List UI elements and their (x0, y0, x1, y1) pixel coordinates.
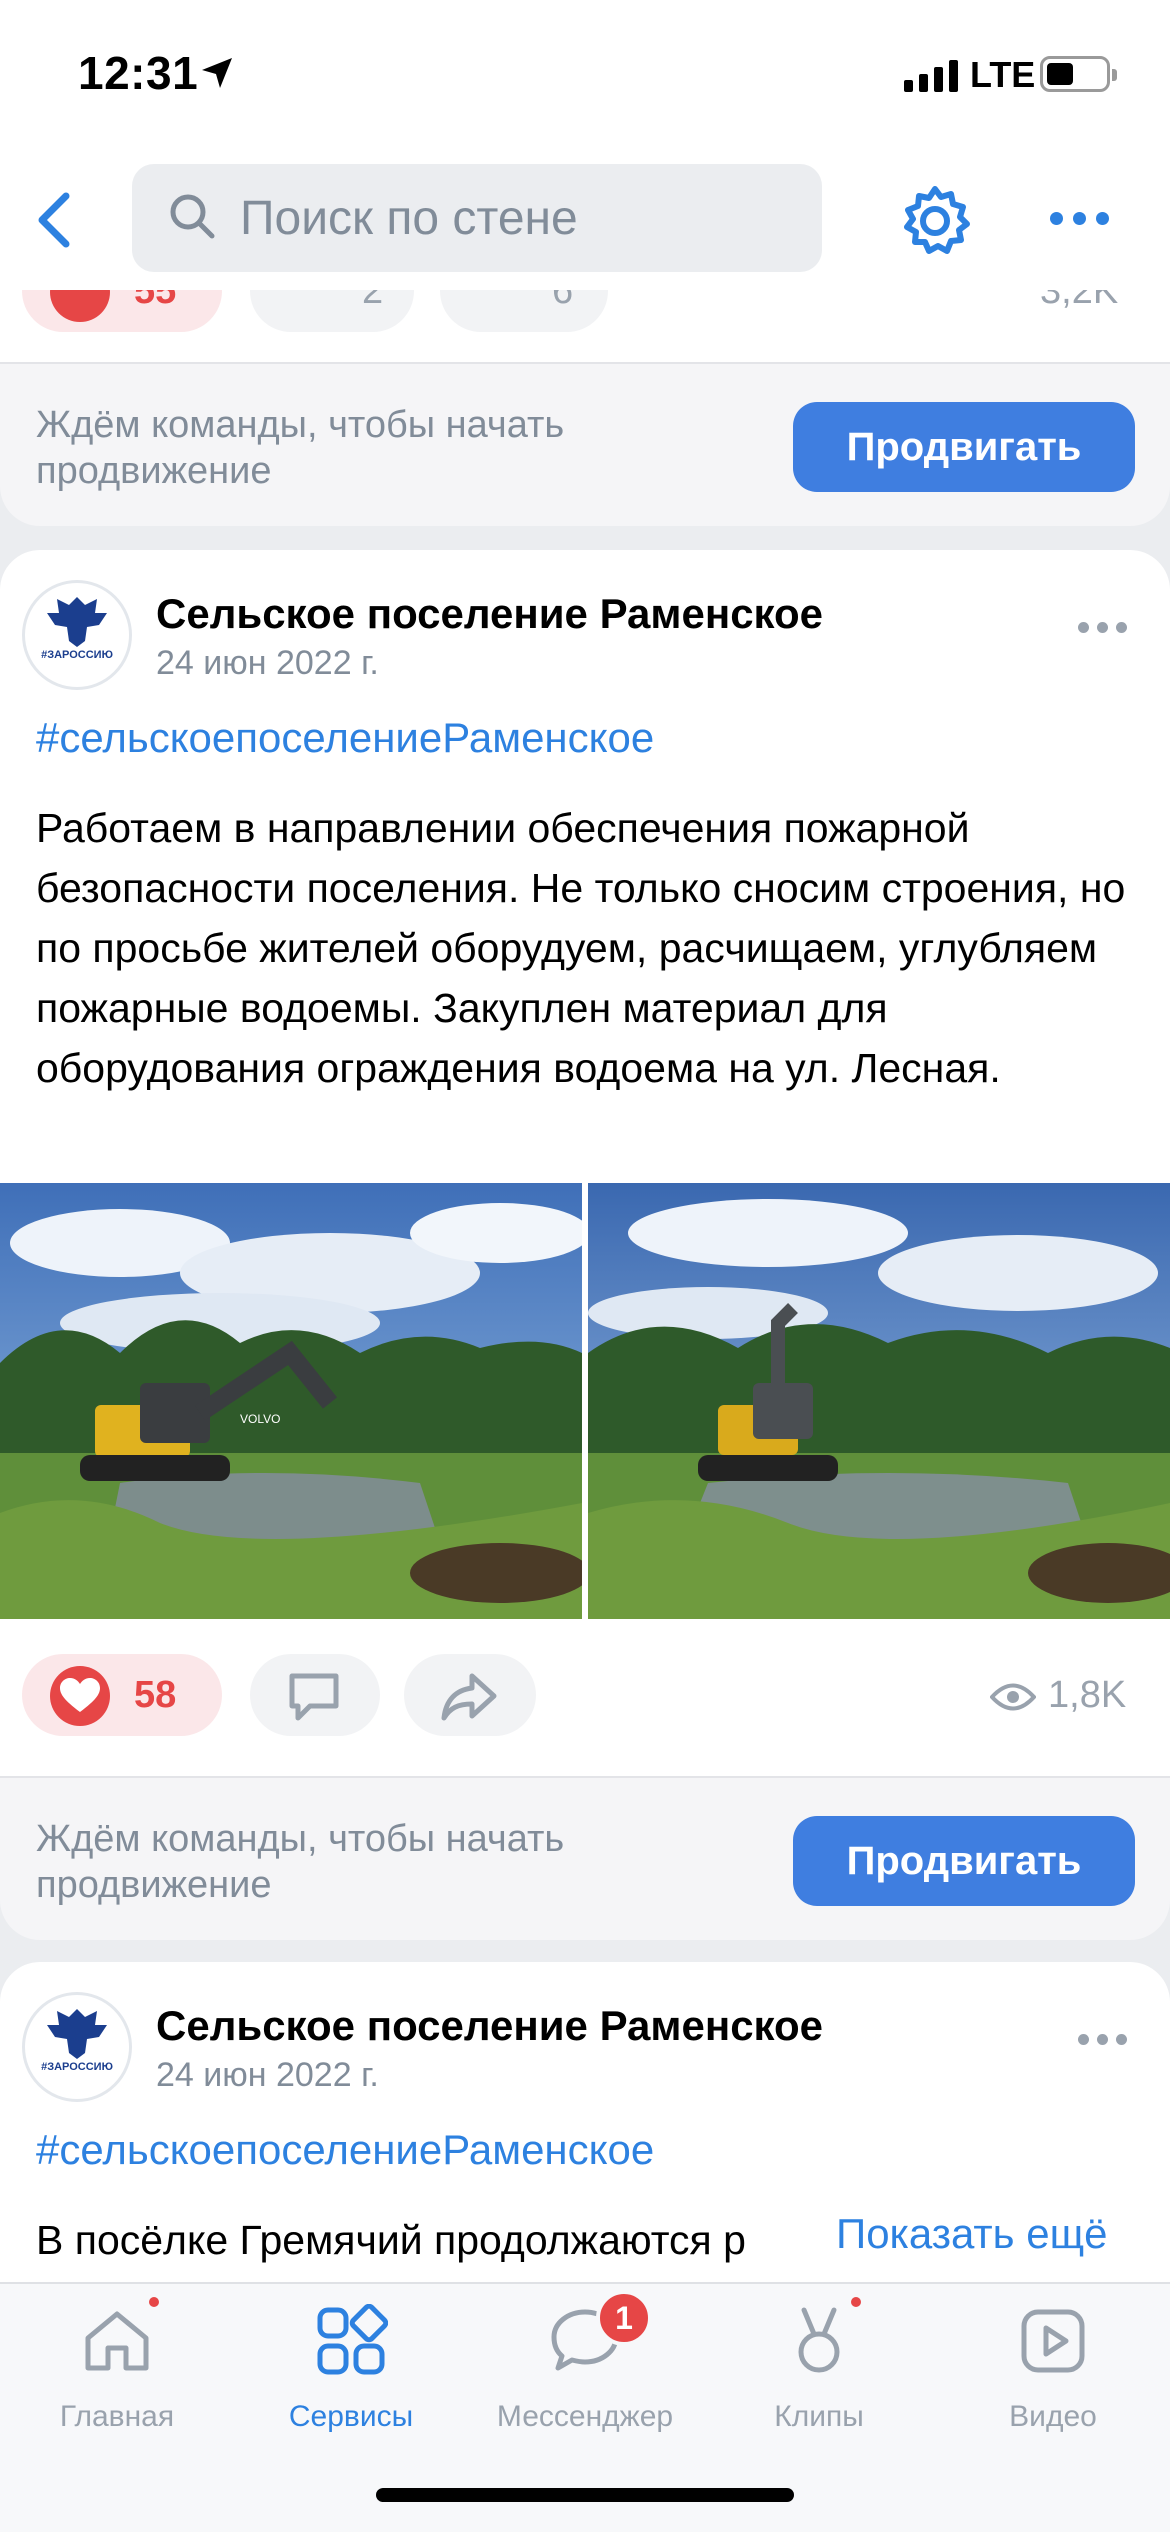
post-more-icon[interactable] (1078, 2034, 1127, 2045)
promo-text: Ждём команды, чтобы начать продвижение (36, 404, 565, 492)
like-button[interactable]: 58 (22, 1654, 222, 1736)
post-hashtag[interactable]: #сельскоепоселениеРаменское (36, 2126, 654, 2174)
post-photo[interactable] (588, 1183, 1170, 1619)
tab-label: Клипы (774, 2400, 864, 2433)
heart-icon (50, 1666, 110, 1726)
clips-notification-dot (848, 2294, 864, 2310)
wall-search-field[interactable] (132, 164, 822, 272)
status-time: 12:31 (78, 47, 199, 99)
avatar-tag: #ЗАРОССИЮ (41, 2061, 113, 2073)
promote-button[interactable]: Продвигать (793, 402, 1135, 492)
services-grid-icon (317, 2304, 388, 2375)
show-more-link[interactable]: Показать ещё (832, 2210, 1108, 2258)
share-icon (441, 1673, 497, 1721)
clips-icon (798, 2307, 840, 2373)
tab-home[interactable]: Главная (0, 2284, 234, 2484)
wall-post: #ЗАРОССИЮ Сельское поселение Раменское 2… (0, 1962, 1170, 2282)
avatar-tag: #ЗАРОССИЮ (41, 649, 113, 661)
emblem-icon (47, 2009, 107, 2059)
video-icon (1021, 2309, 1085, 2373)
post-more-icon[interactable] (1078, 622, 1127, 633)
gear-icon[interactable] (898, 184, 972, 258)
avatar[interactable]: #ЗАРОССИЮ (22, 1992, 132, 2102)
messenger-badge: 1 (596, 2290, 652, 2346)
promote-button[interactable]: Продвигать (793, 1816, 1135, 1906)
comment-icon (289, 1673, 339, 1721)
network-type: LTE (970, 54, 1036, 95)
signal-icon (904, 60, 958, 92)
home-notification-dot (146, 2294, 162, 2310)
promo-text: Ждём команды, чтобы начать продвижение (36, 1818, 565, 1906)
more-horizontal-icon[interactable] (1050, 212, 1109, 225)
tab-label: Главная (59, 2400, 175, 2433)
post-hashtag[interactable]: #сельскоепоселениеРаменское (36, 714, 654, 762)
battery-icon (1040, 56, 1117, 92)
like-count: 58 (134, 1674, 177, 1716)
photo-brand: VOLVO (240, 1412, 280, 1426)
tab-services[interactable]: Сервисы (234, 2284, 468, 2484)
wall-post: #ЗАРОССИЮ Сельское поселение Раменское 2… (0, 550, 1170, 1778)
wall-header (0, 150, 1170, 290)
tab-label: Видео (1009, 2400, 1097, 2433)
promo-banner: Ждём команды, чтобы начать продвижение П… (0, 362, 1170, 526)
back-chevron-icon[interactable] (26, 188, 90, 252)
search-input[interactable] (240, 182, 800, 254)
post-date: 24 июн 2022 г. (156, 644, 379, 682)
home-icon (85, 2311, 149, 2371)
search-icon (170, 194, 215, 239)
post-photo[interactable]: VOLVO (0, 1183, 582, 1619)
tab-clips[interactable]: Клипы (702, 2284, 936, 2484)
share-button[interactable] (404, 1654, 536, 1736)
previous-post-actions: 55 2 6 3,2K (0, 250, 1170, 362)
tab-label: Сервисы (288, 2400, 414, 2433)
views-icon (990, 1683, 1036, 1711)
emblem-icon (47, 597, 107, 647)
avatar[interactable]: #ЗАРОССИЮ (22, 580, 132, 690)
post-author[interactable]: Сельское поселение Раменское (156, 590, 823, 638)
promo-banner: Ждём команды, чтобы начать продвижение П… (0, 1776, 1170, 1940)
location-arrow-icon (202, 58, 232, 88)
post-photos: VOLVO (0, 1183, 1170, 1619)
view-count: 1,8K (1048, 1674, 1127, 1716)
post-text: В посёлке Гремячий продолжаются р (36, 2217, 746, 2263)
comment-button[interactable] (250, 1654, 380, 1736)
post-date: 24 июн 2022 г. (156, 2056, 379, 2094)
home-indicator[interactable] (376, 2488, 794, 2502)
status-bar: 12:31 LTE (0, 0, 1170, 150)
post-author[interactable]: Сельское поселение Раменское (156, 2002, 823, 2050)
tab-messenger[interactable]: Мессенджер (468, 2284, 702, 2484)
post-text: Работаем в направлении обеспечения пожар… (36, 805, 1126, 1091)
tab-video[interactable]: Видео (936, 2284, 1170, 2484)
tab-label: Мессенджер (496, 2400, 674, 2433)
